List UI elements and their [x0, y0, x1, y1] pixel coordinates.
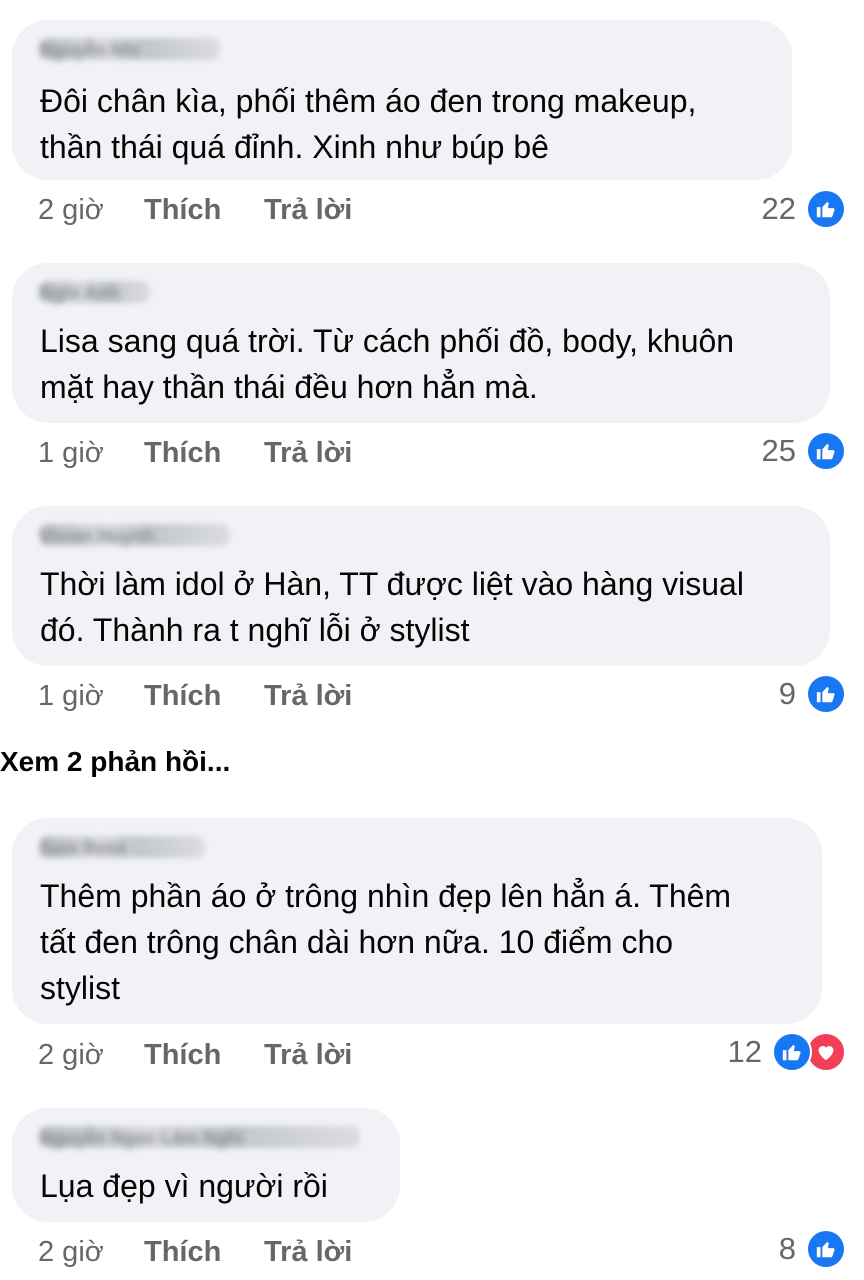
comment-bubble[interactable]: Nguyễn Ngọc Lâm Nghi Lụa đẹp vì người rồ…	[12, 1108, 400, 1222]
like-button[interactable]: Thích	[144, 1232, 221, 1272]
comment-time[interactable]: 1 giờ	[38, 433, 104, 473]
reaction-count: 25	[761, 433, 796, 468]
reaction-count: 9	[778, 676, 796, 711]
comment-time[interactable]: 1 giờ	[38, 676, 104, 716]
like-button[interactable]: Thích	[144, 190, 221, 230]
comment-text: Lisa sang quá trời. Từ cách phối đồ, bod…	[40, 323, 735, 405]
comment-text: Thời làm idol ở Hàn, TT được liệt vào hà…	[40, 566, 744, 648]
author-name[interactable]: Sam Rosé	[40, 838, 127, 859]
comment-text: Đôi chân kìa, phối thêm áo đen trong mak…	[40, 83, 697, 165]
author-name[interactable]: Nghi Anh	[40, 283, 119, 304]
reaction-summary[interactable]: 22	[762, 189, 846, 229]
reaction-count: 8	[778, 1231, 796, 1266]
comment-bubble[interactable]: Nghi Anh Lisa sang quá trời. Từ cách phố…	[12, 263, 830, 423]
comment-time[interactable]: 2 giờ	[38, 190, 104, 230]
author-name[interactable]: Nguyễn Nhi	[40, 40, 140, 61]
comment-bubble[interactable]: Sam Rosé Thêm phần áo ở trông nhìn đẹp l…	[12, 818, 822, 1024]
comment-bubble[interactable]: Vivian Huynh Thời làm idol ở Hàn, TT đượ…	[12, 506, 830, 666]
reaction-count: 12	[727, 1034, 762, 1069]
like-icon	[772, 1032, 812, 1072]
view-more-replies-link[interactable]: Xem 2 phản hồi...	[0, 742, 230, 782]
reaction-count: 22	[761, 191, 796, 226]
like-button[interactable]: Thích	[144, 1035, 221, 1075]
reaction-summary[interactable]: 8	[779, 1229, 846, 1269]
reply-button[interactable]: Trả lời	[264, 676, 352, 716]
reply-button[interactable]: Trả lời	[264, 1035, 352, 1075]
reply-button[interactable]: Trả lời	[264, 190, 352, 230]
author-name[interactable]: Vivian Huynh	[40, 526, 154, 547]
author-name[interactable]: Nguyễn Ngọc Lâm Nghi	[40, 1128, 243, 1149]
like-icon	[806, 189, 846, 229]
reaction-summary[interactable]: 12	[728, 1032, 846, 1072]
like-icon	[806, 1229, 846, 1269]
like-icon	[806, 431, 846, 471]
like-button[interactable]: Thích	[144, 676, 221, 716]
reply-button[interactable]: Trả lời	[264, 1232, 352, 1272]
comment-time[interactable]: 2 giờ	[38, 1232, 104, 1272]
like-icon	[806, 674, 846, 714]
comment-text: Lụa đẹp vì người rồi	[40, 1168, 328, 1204]
comment-bubble[interactable]: Nguyễn Nhi Đôi chân kìa, phối thêm áo đe…	[12, 20, 792, 180]
like-button[interactable]: Thích	[144, 433, 221, 473]
love-icon	[806, 1032, 846, 1072]
reply-button[interactable]: Trả lời	[264, 433, 352, 473]
comment-time[interactable]: 2 giờ	[38, 1035, 104, 1075]
reaction-summary[interactable]: 9	[779, 674, 846, 714]
reaction-summary[interactable]: 25	[762, 431, 846, 471]
comment-text: Thêm phần áo ở trông nhìn đẹp lên hẳn á.…	[40, 878, 732, 1006]
